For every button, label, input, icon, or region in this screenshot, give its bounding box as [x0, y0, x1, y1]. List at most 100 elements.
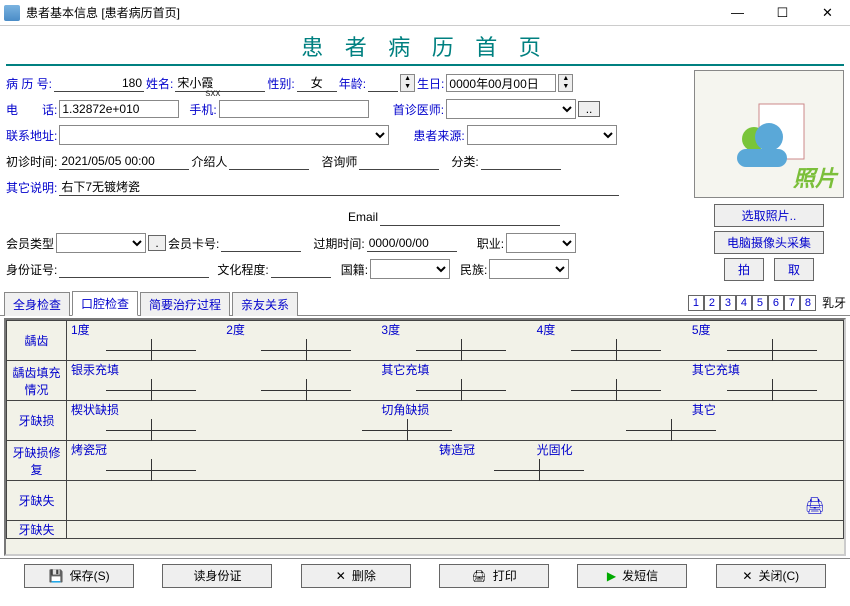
photo-buttons: 选取照片.. 电脑摄像头采集 拍 取: [694, 204, 844, 281]
get-photo-button[interactable]: 取: [774, 258, 814, 281]
take-photo-button[interactable]: 拍: [724, 258, 764, 281]
address-select[interactable]: [59, 125, 389, 145]
grid-cell-3[interactable]: 烤瓷冠 铸造冠 光固化: [67, 441, 844, 481]
tooth-7[interactable]: 7: [784, 295, 800, 311]
expire-input[interactable]: [367, 234, 457, 252]
tabs: 全身检查 口腔检查 简要治疗过程 亲友关系 1 2 3 4 5 6 7 8 乳牙: [0, 290, 850, 316]
age-spinner[interactable]: ▲▼: [400, 74, 415, 92]
photo-placeholder-icon: [729, 99, 809, 169]
camera-capture-button[interactable]: 电脑摄像头采集: [714, 231, 824, 254]
tab-oral[interactable]: 口腔检查: [72, 291, 138, 316]
pinyin-hint: sxx: [205, 88, 220, 99]
printer-icon[interactable]: 🖨: [805, 496, 825, 516]
tab-relatives[interactable]: 亲友关系: [232, 292, 298, 316]
member-type-lookup[interactable]: .: [148, 235, 166, 251]
doctor-lookup-button[interactable]: ..: [578, 101, 600, 117]
gender-input[interactable]: [297, 74, 337, 92]
sms-button[interactable]: ▶发短信: [577, 564, 687, 588]
label-other-note: 其它说明:: [6, 179, 57, 196]
photo-label: 照片: [793, 161, 837, 193]
tooth-2[interactable]: 2: [704, 295, 720, 311]
tooth-3[interactable]: 3: [720, 295, 736, 311]
row-hdr-2: 牙缺损: [7, 401, 67, 441]
label-expire: 过期时间:: [313, 235, 364, 252]
age-input[interactable]: [368, 74, 398, 92]
birthday-input[interactable]: [446, 74, 556, 92]
label-first-doctor: 首诊医师:: [393, 101, 444, 118]
label-ethnic: 民族:: [460, 261, 487, 278]
bottom-toolbar: 💾保存(S) 读身份证 ✕删除 🖨打印 ▶发短信 ✕关闭(C): [0, 558, 850, 592]
read-id-button[interactable]: 读身份证: [162, 564, 272, 588]
form-area: 照片 病 历 号: 姓名: sxx 性别: 年龄: ▲▼ 生日: ▲▼ 电 话:…: [0, 70, 850, 282]
label-referrer: 介绍人: [191, 153, 227, 170]
label-age: 年龄:: [339, 75, 366, 92]
grid-cell-5[interactable]: [67, 521, 844, 539]
source-select[interactable]: [467, 125, 617, 145]
idcard-input[interactable]: [59, 260, 209, 278]
exam-grid[interactable]: 龋齿 1度 2度 3度 4度 5度 龋齿填充情况: [4, 318, 846, 556]
grid-cell-1[interactable]: 银汞充填 其它充填 其它充填: [67, 361, 844, 401]
tooth-number-bar: 1 2 3 4 5 6 7 8: [688, 295, 816, 311]
print-icon: 🖨: [472, 569, 487, 583]
record-no-input[interactable]: [54, 74, 144, 92]
tab-full-body[interactable]: 全身检查: [4, 292, 70, 316]
tooth-1[interactable]: 1: [688, 295, 704, 311]
page-title: 患 者 病 历 首 页: [6, 26, 844, 66]
exam-table: 龋齿 1度 2度 3度 4度 5度 龋齿填充情况: [6, 320, 844, 539]
label-member-card: 会员卡号:: [168, 235, 219, 252]
maximize-button[interactable]: ☐: [760, 0, 805, 26]
row-hdr-3: 牙缺损修 复: [7, 441, 67, 481]
job-select[interactable]: [506, 233, 576, 253]
tooth-4[interactable]: 4: [736, 295, 752, 311]
milk-tooth-label: 乳牙: [822, 294, 846, 311]
save-button[interactable]: 💾保存(S): [24, 564, 134, 588]
name-input[interactable]: [175, 74, 265, 92]
tab-treatment[interactable]: 简要治疗过程: [140, 292, 230, 316]
photo-box[interactable]: 照片: [694, 70, 844, 198]
email-input[interactable]: [380, 208, 560, 226]
member-type-select[interactable]: [56, 233, 146, 253]
close-button[interactable]: ✕关闭(C): [716, 564, 826, 588]
education-input[interactable]: [271, 260, 331, 278]
birthday-spinner[interactable]: ▲▼: [558, 74, 573, 92]
play-icon: ▶: [607, 569, 616, 583]
phone-input[interactable]: [59, 100, 179, 118]
label-nationality: 国籍:: [341, 261, 368, 278]
grid-cell-0[interactable]: 1度 2度 3度 4度 5度: [67, 321, 844, 361]
minimize-button[interactable]: —: [715, 0, 760, 26]
category-input[interactable]: [481, 152, 561, 170]
label-gender: 性别:: [267, 75, 294, 92]
label-job: 职业:: [477, 235, 504, 252]
label-education: 文化程度:: [217, 261, 268, 278]
select-photo-button[interactable]: 选取照片..: [714, 204, 824, 227]
delete-icon: ✕: [336, 569, 346, 583]
label-idcard: 身份证号:: [6, 261, 57, 278]
nationality-select[interactable]: [370, 259, 450, 279]
row-hdr-1: 龋齿填充情况: [7, 361, 67, 401]
label-source: 患者来源:: [413, 127, 464, 144]
other-note-input[interactable]: [59, 178, 619, 196]
consultant-input[interactable]: [359, 152, 439, 170]
label-name: 姓名:: [146, 75, 173, 92]
label-consultant: 咨询师: [321, 153, 357, 170]
member-card-input[interactable]: [221, 234, 301, 252]
referrer-input[interactable]: [229, 152, 309, 170]
grid-cell-4[interactable]: 🖨: [67, 481, 844, 521]
tooth-5[interactable]: 5: [752, 295, 768, 311]
close-window-button[interactable]: ✕: [805, 0, 850, 26]
row-hdr-0: 龋齿: [7, 321, 67, 361]
delete-button[interactable]: ✕删除: [301, 564, 411, 588]
tooth-6[interactable]: 6: [768, 295, 784, 311]
save-icon: 💾: [49, 569, 64, 583]
first-doctor-select[interactable]: [446, 99, 576, 119]
label-category: 分类:: [451, 153, 478, 170]
close-icon: ✕: [742, 569, 752, 583]
grid-cell-2[interactable]: 楔状缺损 切角缺损 其它: [67, 401, 844, 441]
tooth-8[interactable]: 8: [800, 295, 816, 311]
first-visit-input[interactable]: [59, 152, 189, 170]
mobile-input[interactable]: [219, 100, 369, 118]
titlebar: 患者基本信息 [患者病历首页] — ☐ ✕: [0, 0, 850, 26]
print-button[interactable]: 🖨打印: [439, 564, 549, 588]
ethnic-select[interactable]: [489, 259, 569, 279]
window-title: 患者基本信息 [患者病历首页]: [26, 4, 715, 21]
